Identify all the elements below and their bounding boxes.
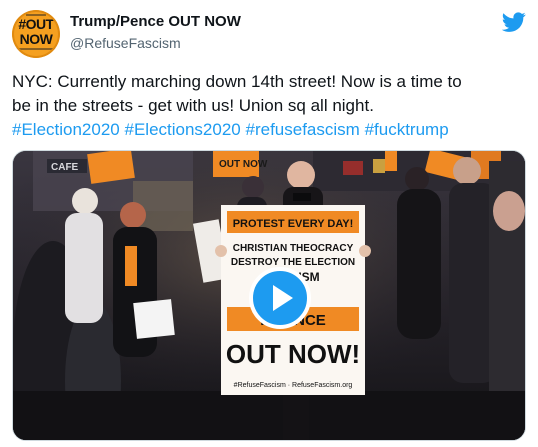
avatar-ring (12, 10, 60, 58)
cafe-sign-text: CAFE (51, 162, 79, 173)
sign-banner-text: PROTEST EVERY DAY! (233, 218, 354, 230)
play-icon (273, 285, 293, 311)
sign-text-line: CHRISTIAN THEOCRACY (233, 243, 354, 254)
hashtag-link[interactable]: #refusefascism (246, 120, 360, 139)
sign-big-text: OUT NOW! (226, 339, 360, 369)
author-display-name[interactable]: Trump/Pence OUT NOW (70, 13, 241, 31)
tweet-card: #OUT NOW Trump/Pence OUT NOW @RefuseFasc… (0, 0, 538, 447)
hashtag-line: #Election2020 #Elections2020 #refusefasc… (12, 118, 526, 142)
tweet-text: NYC: Currently marching down 14th street… (12, 70, 526, 142)
tweet-text-line: NYC: Currently marching down 14th street… (12, 72, 462, 91)
small-sign-text: OUT NOW (219, 159, 268, 170)
play-button[interactable] (249, 267, 311, 329)
sign-text-line: DESTROY THE ELECTION (231, 257, 355, 268)
hashtag-link[interactable]: #fucktrump (365, 120, 449, 139)
hashtag-link[interactable]: #Election2020 (12, 120, 120, 139)
sign-footer-text: #RefuseFascism · RefuseFascism.org (234, 382, 353, 389)
twitter-bird-icon[interactable] (502, 10, 526, 34)
author-handle[interactable]: @RefuseFascism (70, 34, 181, 52)
hashtag-link[interactable]: #Elections2020 (125, 120, 241, 139)
avatar[interactable]: #OUT NOW (12, 10, 60, 58)
tweet-text-line: be in the streets - get with us! Union s… (12, 96, 374, 115)
video-thumbnail[interactable]: CAFE OUT NOW PROTEST EVERY DAY! CHRISTIA… (12, 150, 526, 441)
